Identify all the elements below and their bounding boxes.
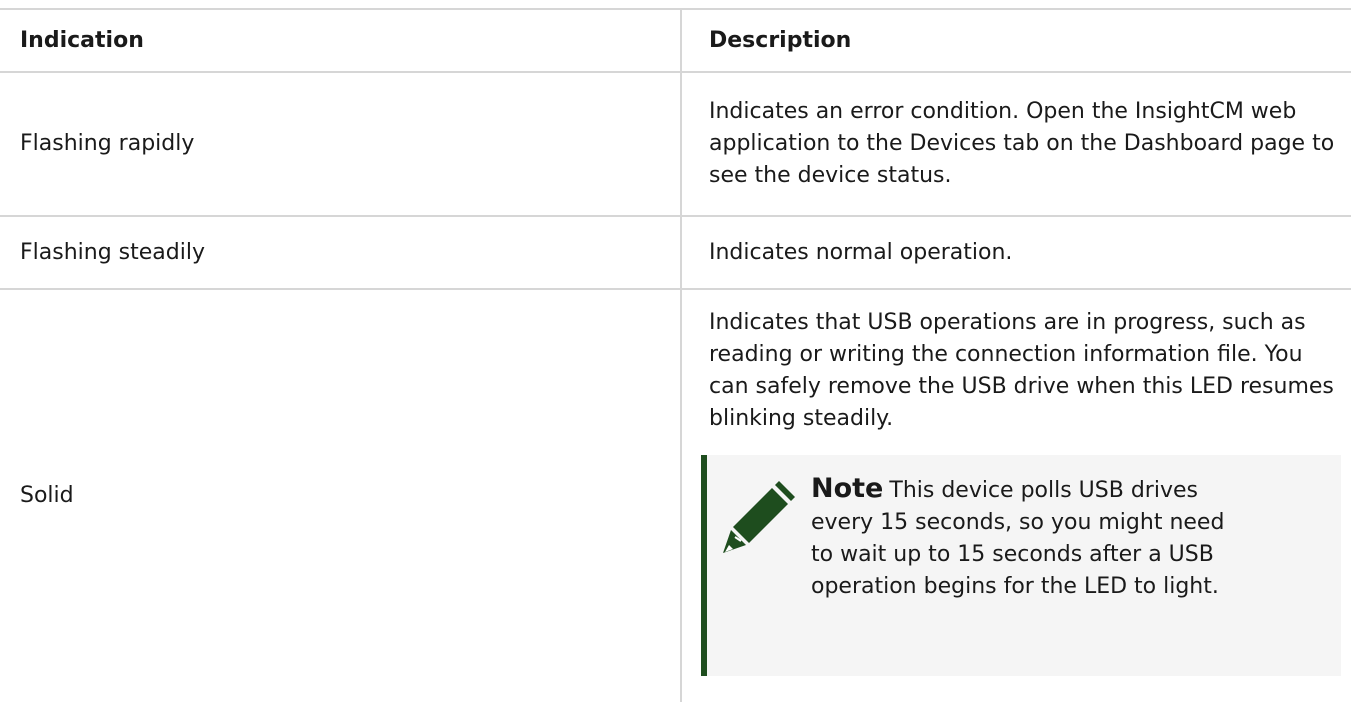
note-text: Note This device polls USB drives every 1… bbox=[811, 473, 1231, 603]
row-description: Indicates normal operation. bbox=[709, 239, 1013, 265]
row-description: Indicates that USB operations are in pro… bbox=[682, 290, 1351, 702]
header-description: Description bbox=[709, 27, 852, 53]
pencil-icon bbox=[723, 481, 795, 553]
row-indication: Solid bbox=[20, 483, 74, 508]
row-indication: Flashing rapidly bbox=[20, 131, 195, 156]
led-indication-table: Indication Description Flashing rapidly … bbox=[0, 8, 1351, 702]
note-callout: Note This device polls USB drives every 1… bbox=[701, 455, 1341, 676]
note-label: Note bbox=[811, 473, 884, 504]
description-text: Indicates that USB operations are in pro… bbox=[709, 310, 1334, 431]
row-indication: Flashing steadily bbox=[20, 239, 205, 265]
row-description: Indicates an error condition. Open the I… bbox=[682, 73, 1351, 215]
description-text: Indicates an error condition. Open the I… bbox=[709, 99, 1335, 188]
header-indication: Indication bbox=[20, 27, 144, 53]
